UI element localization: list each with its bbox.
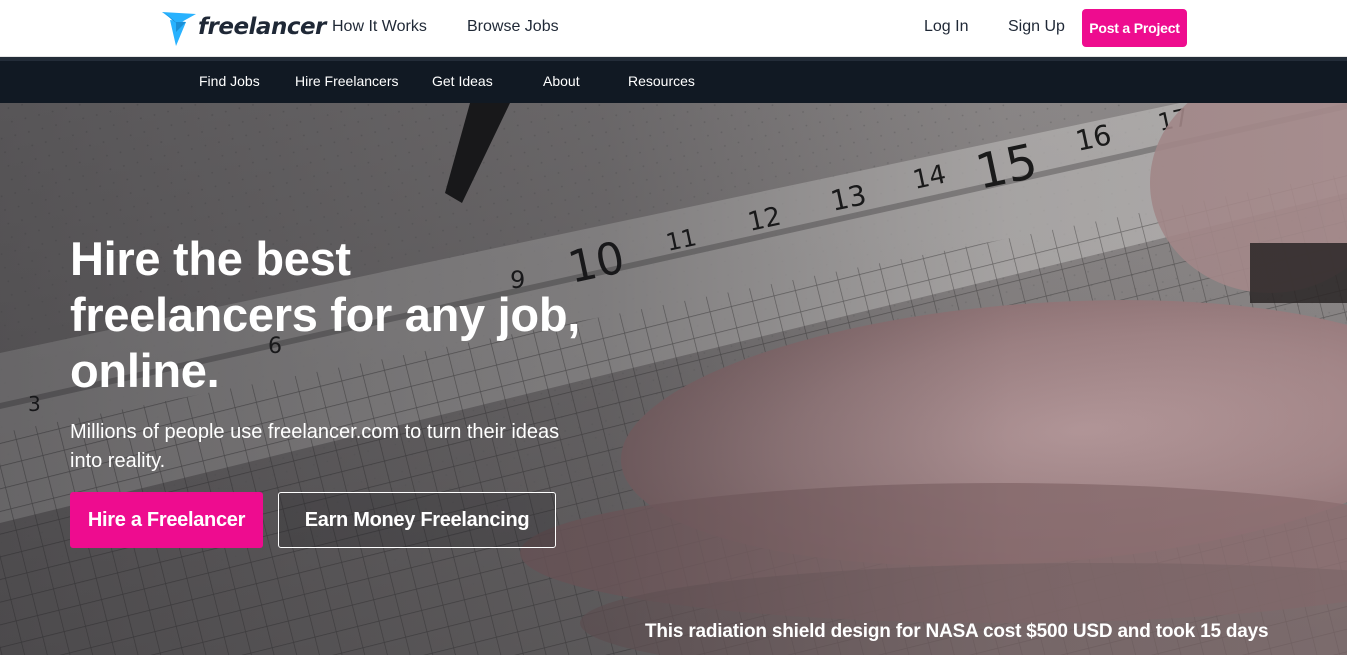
logo-wordmark: freelancer [198,14,326,40]
hero-caption[interactable]: This radiation shield design for NASA co… [645,621,1269,643]
subnav-get-ideas[interactable]: Get Ideas [432,73,493,89]
earn-money-button[interactable]: Earn Money Freelancing [278,492,556,548]
hero-subtitle: Millions of people use freelancer.com to… [70,421,560,472]
signup-link[interactable]: Sign Up [1008,18,1065,36]
subnav-about[interactable]: About [543,73,580,89]
subnav-find-jobs[interactable]: Find Jobs [199,73,260,89]
login-link[interactable]: Log In [924,18,968,36]
hero-section: 3 6 9 10 11 12 13 14 15 16 17 Hire the b… [0,103,1347,655]
freelancer-logo[interactable]: freelancer [162,9,326,47]
nav-browse-jobs[interactable]: Browse Jobs [467,18,559,36]
nav-how-it-works[interactable]: How It Works [332,18,427,36]
top-header: freelancer How It Works Browse Jobs Log … [0,0,1347,57]
subnav-hire-freelancers[interactable]: Hire Freelancers [295,73,398,89]
post-project-button[interactable]: Post a Project [1082,9,1187,47]
freelancer-bird-icon [162,12,196,46]
subnav-resources[interactable]: Resources [628,73,695,89]
hero-title: Hire the best freelancers for any job, o… [70,232,580,397]
hire-freelancer-button[interactable]: Hire a Freelancer [70,492,263,548]
secondary-nav: Find Jobs Hire Freelancers Get Ideas Abo… [0,57,1347,103]
